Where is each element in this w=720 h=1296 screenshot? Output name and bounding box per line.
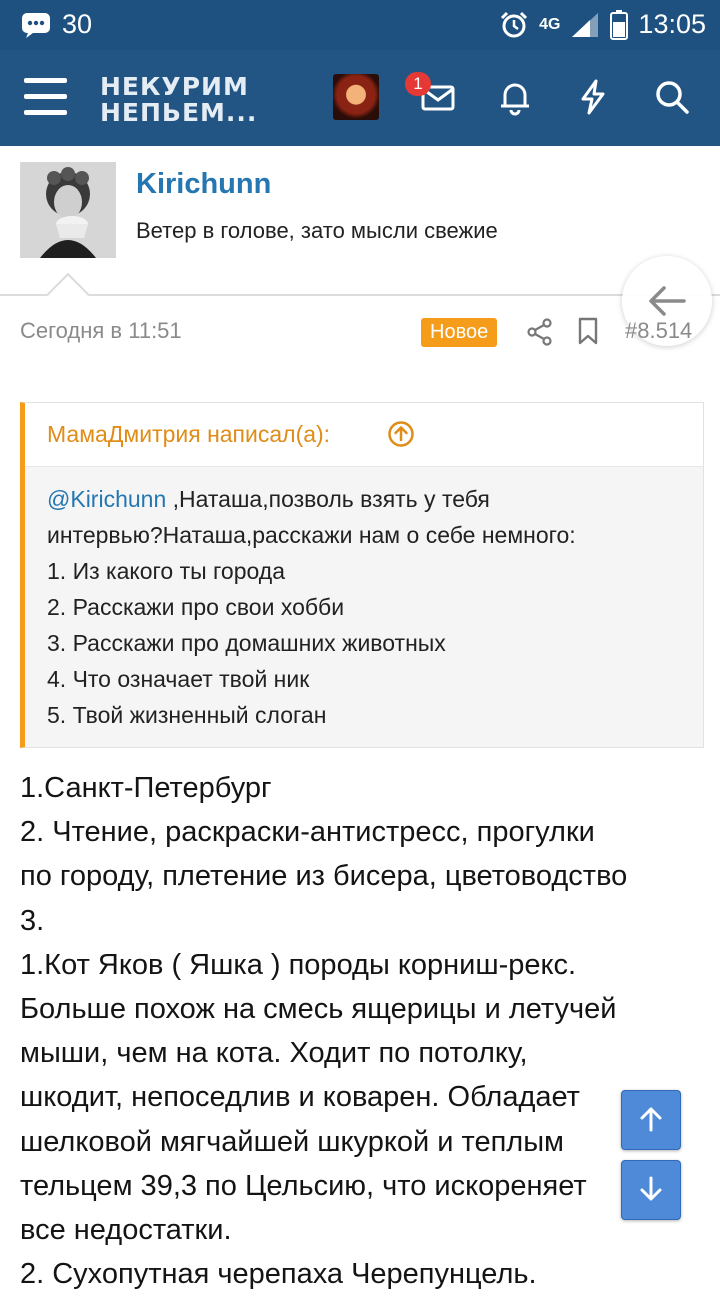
post-number[interactable]: #8.514 (625, 318, 692, 344)
post-body: 1.Санкт-Петербург 2. Чтение, раскраски-а… (20, 766, 710, 1296)
post-line: 1.Кот Яков ( Яшка ) породы корниш-рекс. (20, 948, 577, 981)
new-badge: Новое (421, 318, 498, 347)
search-icon[interactable] (653, 78, 691, 116)
battery-icon (610, 9, 629, 40)
post-line: 3. (20, 904, 45, 937)
post-line: 2. Сухопутная черепаха Черепунцель. (20, 1258, 537, 1291)
signal-icon (570, 11, 600, 39)
post-line: Больше похож на смесь ящерицы и летучей (20, 993, 617, 1026)
quote-block: МамаДмитрия написал(а): @Kirichunn ,Ната… (20, 402, 704, 748)
quote-author[interactable]: МамаДмитрия написал(а): (47, 421, 330, 448)
quote-item: 2. Расскажи про свои хобби (47, 594, 345, 620)
divider (0, 294, 720, 296)
network-type: 4G (539, 15, 561, 33)
post-line: 1.Санкт-Петербург (20, 772, 272, 804)
share-icon[interactable] (527, 318, 553, 351)
post-line: шкодит, непоседлив и коварен. Обладает (20, 1081, 580, 1114)
site-logo[interactable]: НЕКУРИМ НЕПЬЕМ... (100, 74, 257, 126)
inbox-badge: 1 (405, 72, 431, 96)
quote-item: 4. Что означает твой ник (47, 666, 310, 692)
post-line: мыши, чем на кота. Ходит по потолку, (20, 1037, 528, 1070)
status-bar: 30 4G 13:05 (0, 0, 720, 50)
bookmark-icon[interactable] (577, 317, 599, 350)
scroll-down-button[interactable] (621, 1160, 681, 1220)
clock-time: 13:05 (638, 9, 706, 39)
quote-text: интервью?Наташа,расскажи нам о себе немн… (47, 522, 576, 548)
logo-line2: НЕПЬЕМ... (100, 98, 258, 127)
logo-line1: НЕКУРИМ (100, 72, 249, 101)
menu-icon[interactable] (24, 78, 67, 116)
user-name[interactable]: Kirichunn (136, 168, 271, 201)
arrow-down-icon (640, 1176, 662, 1201)
arrow-up-circle-icon[interactable] (387, 420, 415, 453)
post-line: тельцем 39,3 по Цельсию, что искореняет (20, 1169, 587, 1202)
quote-text: ,Наташа,позволь взять у тебя (166, 486, 490, 512)
card-pointer (46, 272, 90, 316)
bell-icon[interactable] (496, 78, 534, 116)
post-line: 2. Чтение, раскраски-антистресс, прогулк… (20, 816, 595, 849)
scroll-up-button[interactable] (621, 1090, 681, 1150)
user-avatar[interactable] (20, 162, 116, 258)
app-header: НЕКУРИМ НЕПЬЕМ... 1 (0, 50, 720, 146)
arrow-up-icon (640, 1107, 662, 1132)
post-line: все недостатки. (20, 1214, 232, 1247)
post-line: шелковой мягчайшей шкуркой и теплым (20, 1125, 564, 1158)
lightning-icon[interactable] (574, 78, 612, 116)
notification-count: 30 (62, 9, 93, 39)
post-date[interactable]: Сегодня в 11:51 (20, 318, 182, 344)
quote-item: 5. Твой жизненный слоган (47, 702, 327, 728)
user-title: Ветер в голове, зато мысли свежие (136, 218, 498, 243)
quote-item: 3. Расскажи про домашних животных (47, 630, 446, 656)
mention-link[interactable]: @Kirichunn (47, 486, 166, 512)
quote-header: МамаДмитрия написал(а): (25, 403, 703, 467)
quote-body: @Kirichunn ,Наташа,позволь взять у тебя … (25, 467, 703, 747)
message-notification-icon (20, 11, 52, 39)
alarm-icon (499, 10, 529, 40)
quote-item: 1. Из какого ты города (47, 558, 285, 584)
post-line: по городу, плетение из бисера, цветоводс… (20, 860, 628, 893)
avatar[interactable] (333, 74, 379, 120)
